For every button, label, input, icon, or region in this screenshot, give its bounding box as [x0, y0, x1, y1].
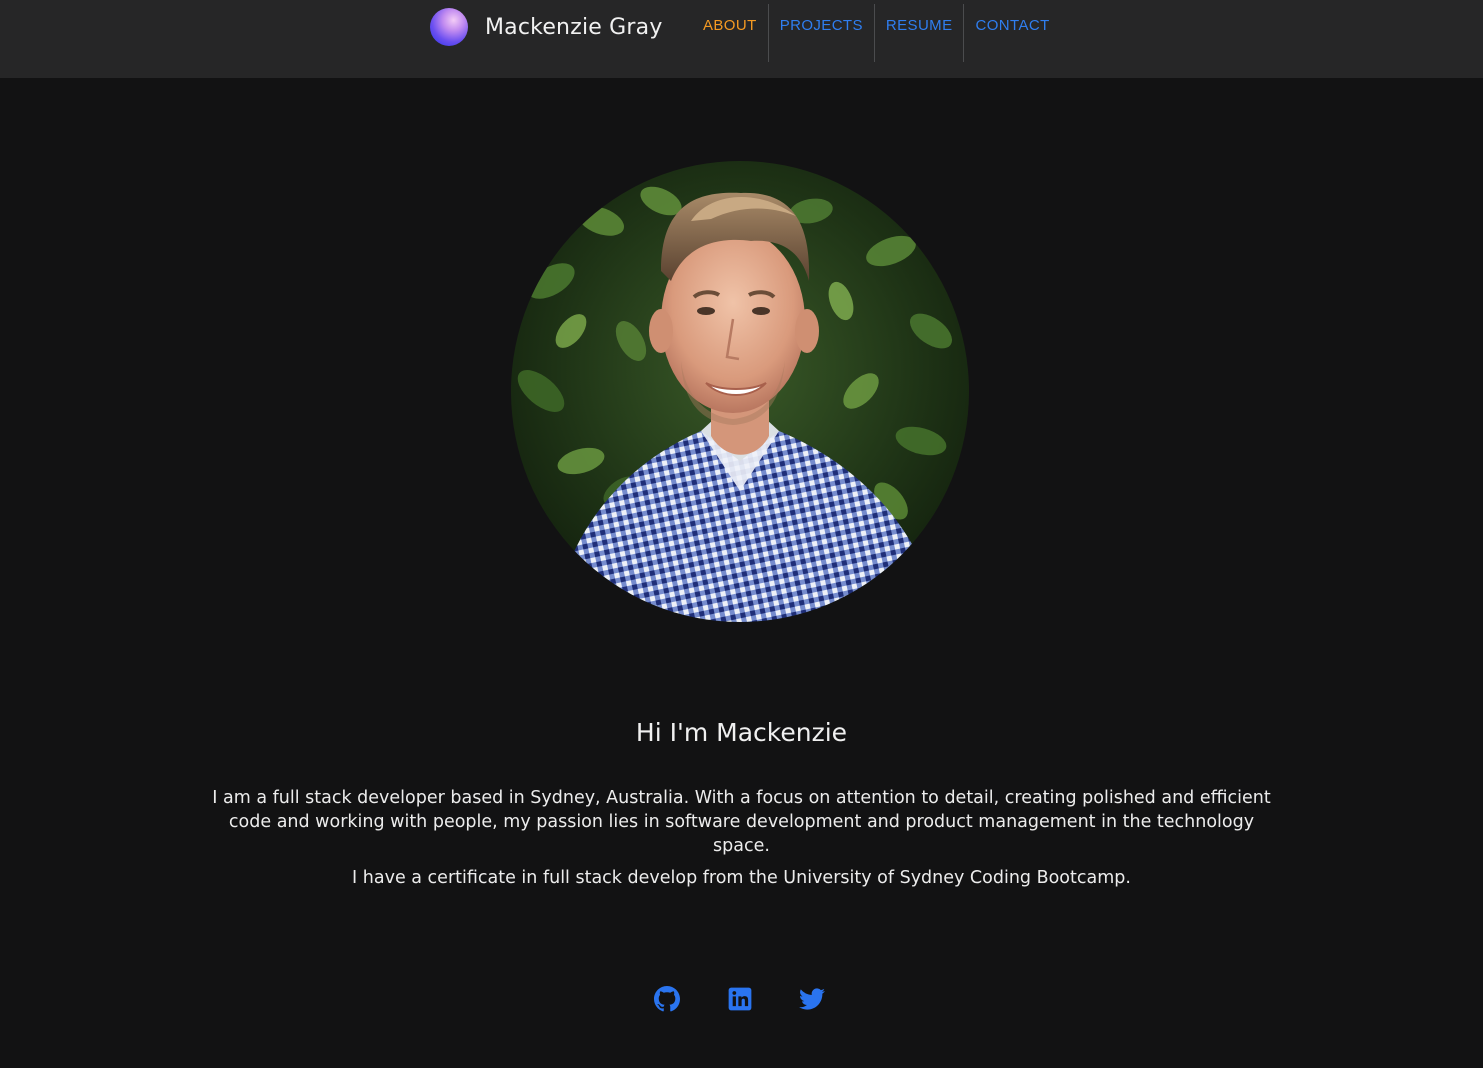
bio-text: I am a full stack developer based in Syd…	[212, 788, 1271, 856]
twitter-icon	[799, 988, 825, 1016]
intro-headline: Hi I'm Mackenzie	[635, 718, 848, 747]
nav-item-contact[interactable]: CONTACT	[963, 4, 1060, 62]
brand[interactable]: Mackenzie Gray	[430, 8, 663, 46]
nav-item-resume[interactable]: RESUME	[873, 4, 964, 62]
linkedin-icon	[727, 987, 753, 1016]
logo-orb-icon	[430, 8, 468, 46]
profile-photo	[511, 161, 969, 622]
brand-name: Mackenzie Gray	[485, 14, 663, 40]
nav-item-projects[interactable]: PROJECTS	[767, 4, 874, 62]
certificate-text: I have a certificate in full stack devel…	[352, 868, 1131, 888]
nav-item-about[interactable]: ABOUT	[690, 4, 768, 62]
site-header: Mackenzie Gray ABOUT PROJECTS RESUME CON…	[0, 0, 1483, 78]
twitter-link[interactable]	[799, 986, 825, 1012]
linkedin-link[interactable]	[727, 986, 753, 1012]
github-icon	[654, 986, 680, 1016]
github-link[interactable]	[654, 986, 680, 1012]
main-nav: ABOUT PROJECTS RESUME CONTACT	[690, 4, 1061, 62]
